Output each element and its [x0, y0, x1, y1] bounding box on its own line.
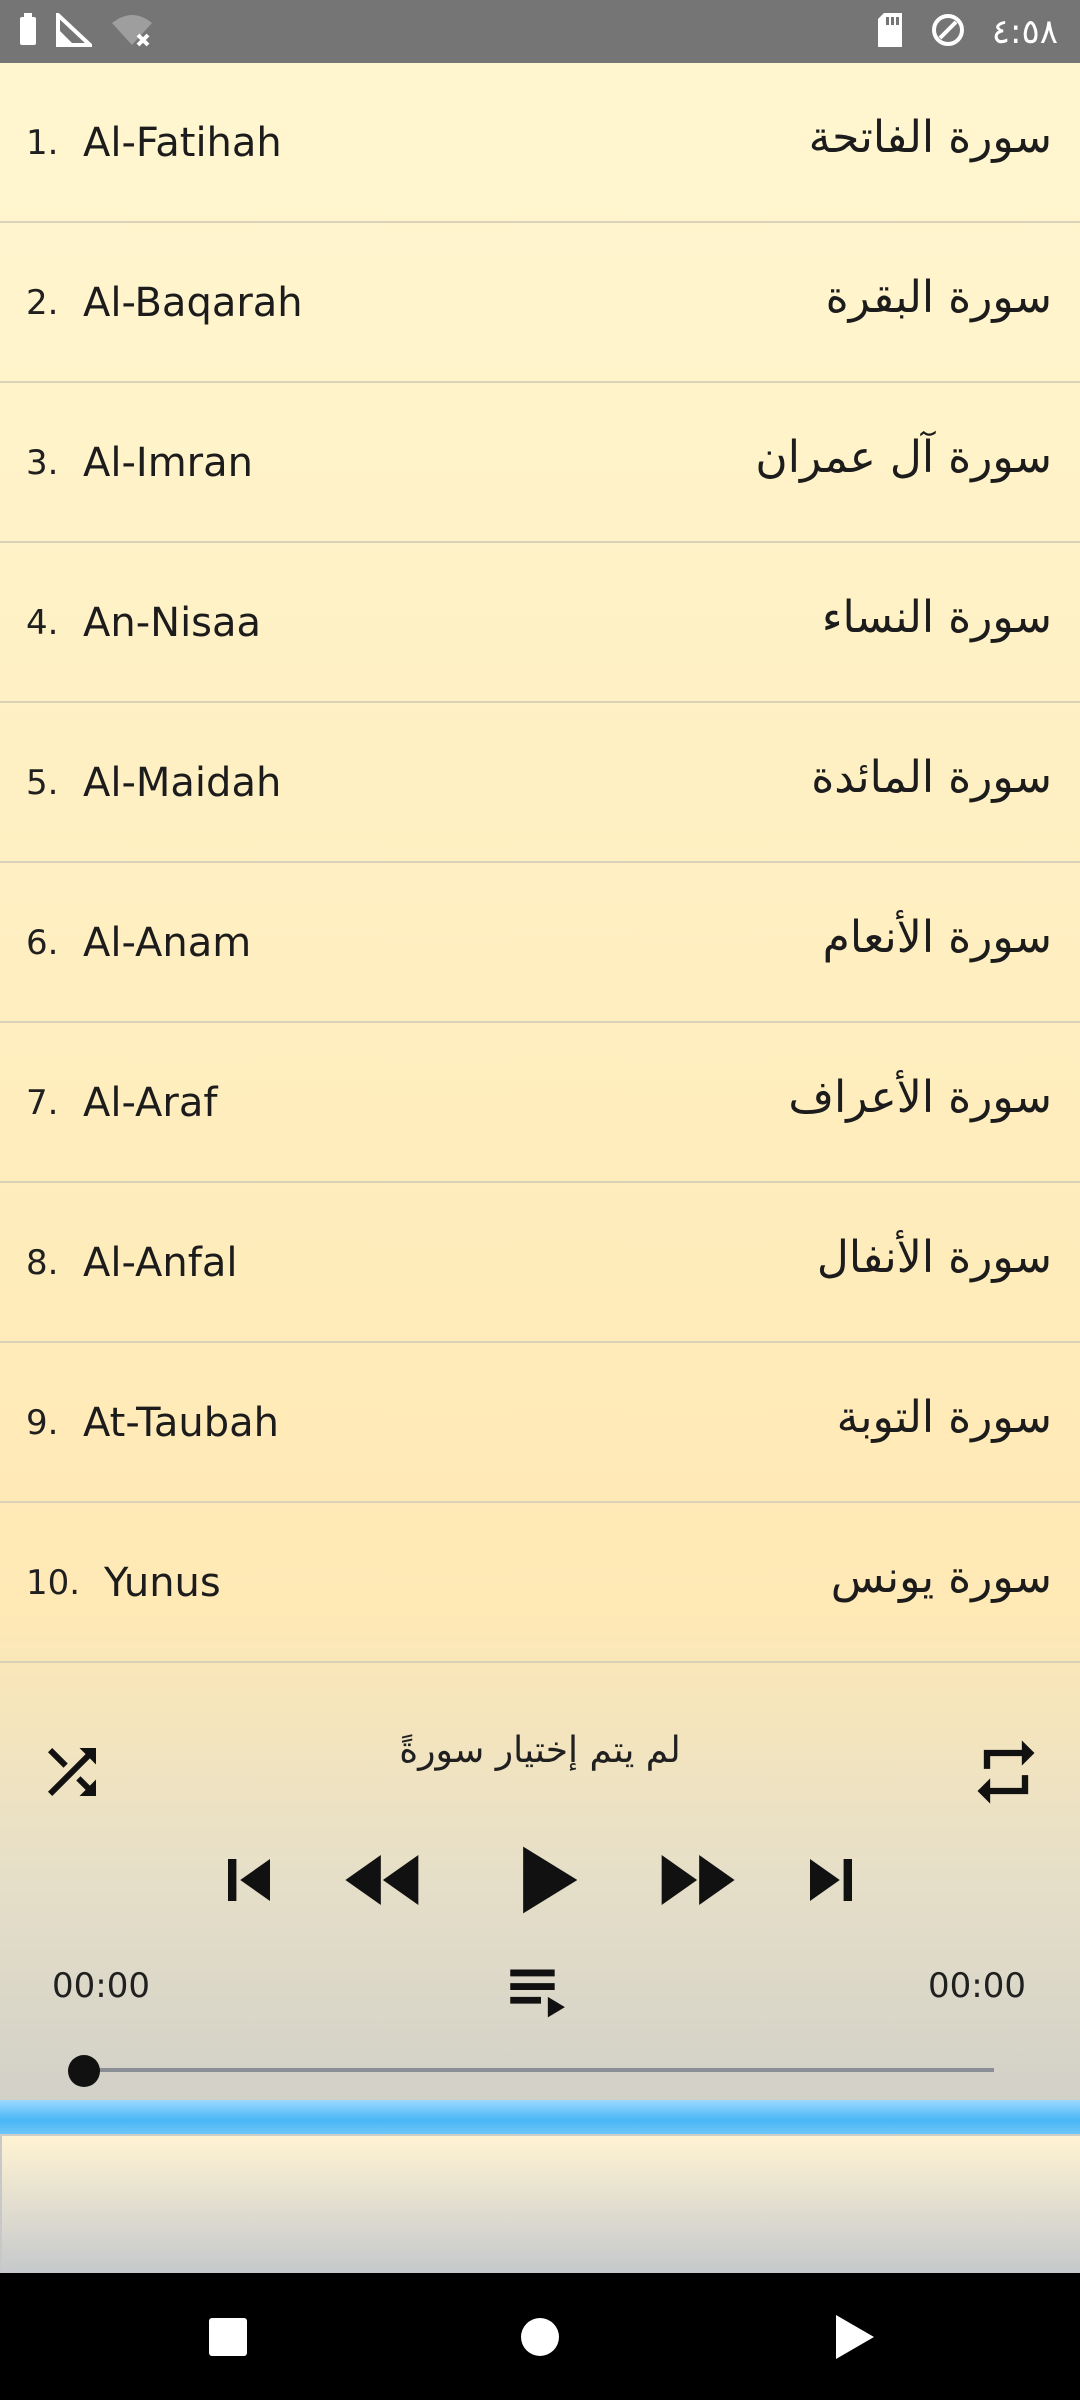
- surah-arabic-name: سورة يونس: [830, 1552, 1052, 1603]
- play-button[interactable]: [494, 1828, 594, 1932]
- progress-strip: [0, 2100, 1080, 2134]
- seek-track[interactable]: [84, 2068, 994, 2072]
- playlist-button[interactable]: [496, 1950, 586, 2030]
- surah-number: 8.: [26, 1243, 59, 1283]
- surah-number: 2.: [26, 283, 59, 323]
- surah-english-name: Yunus: [104, 1560, 221, 1606]
- seek-thumb[interactable]: [68, 2055, 100, 2087]
- player-panel: لم يتم إختيار سورةً 00:00 00:00: [0, 1670, 1080, 2090]
- surah-english-name: Al-Fatihah: [83, 120, 282, 166]
- surah-english-name: Al-Anfal: [83, 1240, 238, 1286]
- rewind-icon: [345, 1855, 419, 1905]
- status-bar: ٤:٥٨: [0, 0, 1080, 63]
- signal-icon: [56, 10, 96, 51]
- surah-row-4[interactable]: 4. An-Nisaa سورة النساء: [0, 543, 1080, 703]
- surah-list: 1. Al-Fatihah سورة الفاتحة 2. Al-Baqarah…: [0, 63, 1080, 1663]
- surah-number: 1.: [26, 123, 59, 163]
- fast-forward-button[interactable]: [640, 1830, 750, 1930]
- surah-number: 6.: [26, 923, 59, 963]
- repeat-button[interactable]: [966, 1732, 1046, 1812]
- battery-icon: [18, 13, 38, 51]
- surah-row-7[interactable]: 7. Al-Araf سورة الأعراف: [0, 1023, 1080, 1183]
- data-saver-icon: [930, 12, 966, 52]
- surah-arabic-name: سورة الأعراف: [788, 1072, 1052, 1123]
- back-button[interactable]: [794, 2273, 914, 2400]
- surah-english-name: Al-Anam: [83, 920, 252, 966]
- surah-english-name: Al-Araf: [83, 1080, 218, 1126]
- recents-button[interactable]: [168, 2273, 288, 2400]
- surah-row-10[interactable]: 10. Yunus سورة يونس: [0, 1503, 1080, 1663]
- sd-card-icon: [876, 13, 904, 51]
- skip-next-button[interactable]: [786, 1830, 876, 1930]
- home-icon: [521, 2317, 559, 2356]
- now-playing-title: لم يتم إختيار سورةً: [399, 1730, 681, 1771]
- surah-english-name: Al-Baqarah: [83, 280, 303, 326]
- wifi-off-icon: [110, 13, 154, 51]
- navigation-bar: [0, 2273, 1080, 2400]
- repeat-icon: [977, 1740, 1035, 1804]
- surah-arabic-name: سورة البقرة: [825, 272, 1052, 323]
- shuffle-icon: [48, 1748, 96, 1796]
- surah-english-name: Al-Maidah: [83, 760, 282, 806]
- surah-number: 5.: [26, 763, 59, 803]
- surah-arabic-name: سورة المائدة: [811, 752, 1052, 803]
- skip-previous-button[interactable]: [204, 1830, 294, 1930]
- surah-row-2[interactable]: 2. Al-Baqarah سورة البقرة: [0, 223, 1080, 383]
- surah-row-5[interactable]: 5. Al-Maidah سورة المائدة: [0, 703, 1080, 863]
- surah-english-name: At-Taubah: [83, 1400, 280, 1446]
- surah-english-name: Al-Imran: [83, 440, 253, 486]
- surah-number: 4.: [26, 603, 59, 643]
- surah-english-name: An-Nisaa: [83, 600, 262, 646]
- skip-previous-icon: [228, 1859, 270, 1901]
- play-icon: [523, 1846, 578, 1914]
- surah-number: 7.: [26, 1083, 59, 1123]
- surah-number: 10.: [26, 1563, 81, 1603]
- surah-row-6[interactable]: 6. Al-Anam سورة الأنعام: [0, 863, 1080, 1023]
- surah-number: 3.: [26, 443, 59, 483]
- banner-area: [0, 2136, 1080, 2273]
- surah-arabic-name: سورة النساء: [821, 592, 1052, 643]
- recents-icon: [209, 2317, 247, 2356]
- surah-row-3[interactable]: 3. Al-Imran سورة آل عمران: [0, 383, 1080, 543]
- surah-arabic-name: سورة التوبة: [836, 1392, 1052, 1443]
- fast-forward-icon: [661, 1855, 735, 1905]
- surah-row-8[interactable]: 8. Al-Anfal سورة الأنفال: [0, 1183, 1080, 1343]
- skip-next-icon: [810, 1859, 852, 1901]
- surah-arabic-name: سورة الفاتحة: [808, 112, 1052, 163]
- surah-arabic-name: سورة الأنعام: [822, 912, 1052, 963]
- surah-row-9[interactable]: 9. At-Taubah سورة التوبة: [0, 1343, 1080, 1503]
- total-duration: 00:00: [928, 1966, 1026, 2006]
- surah-row-1[interactable]: 1. Al-Fatihah سورة الفاتحة: [0, 63, 1080, 223]
- home-button[interactable]: [480, 2273, 600, 2400]
- status-time: ٤:٥٨: [991, 12, 1058, 52]
- surah-arabic-name: سورة الأنفال: [816, 1232, 1052, 1283]
- playlist-icon: [510, 1969, 565, 2018]
- surah-arabic-name: سورة آل عمران: [755, 432, 1052, 483]
- rewind-button[interactable]: [330, 1830, 440, 1930]
- surah-number: 9.: [26, 1403, 59, 1443]
- back-icon: [836, 2314, 874, 2359]
- elapsed-time: 00:00: [52, 1966, 150, 2006]
- shuffle-button[interactable]: [32, 1732, 112, 1812]
